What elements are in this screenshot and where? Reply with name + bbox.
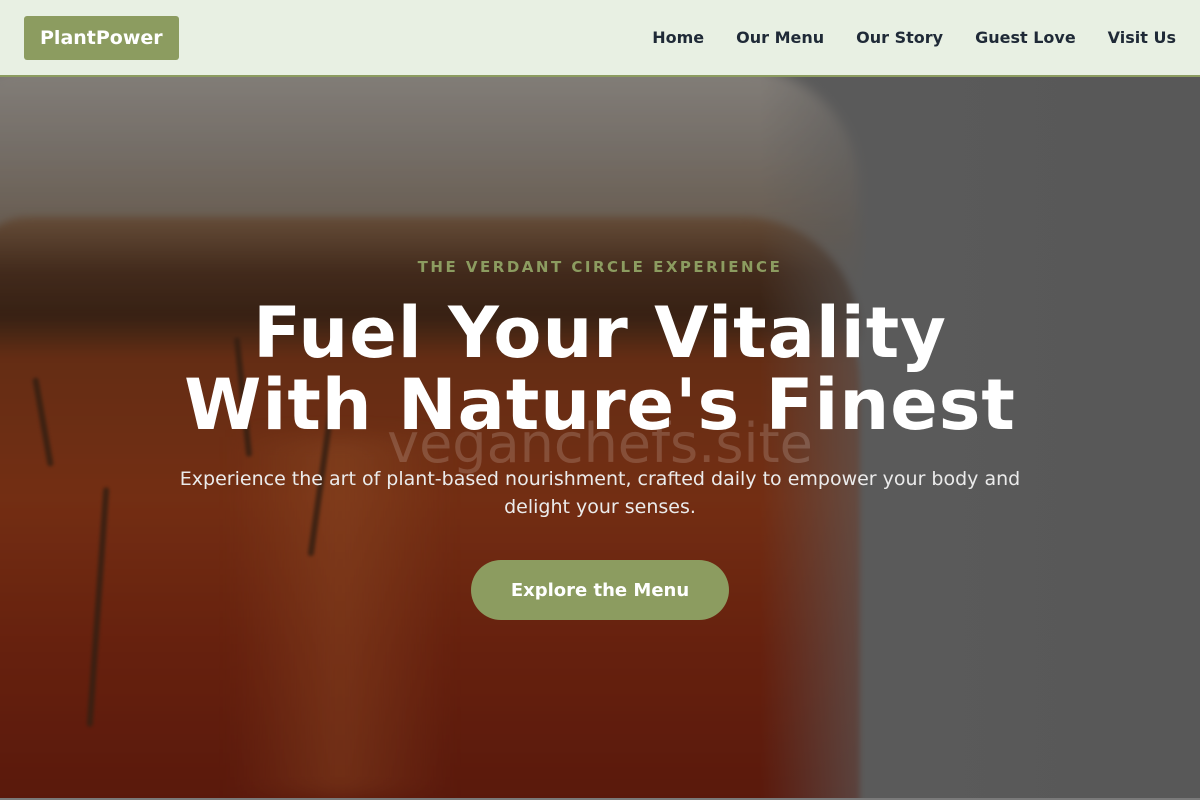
hero-subtitle: Experience the art of plant-based nouris… [179,468,1021,518]
nav-link-home[interactable]: Home [652,28,704,47]
top-navbar: PlantPower Home Our Menu Our Story Guest… [0,0,1200,77]
hero-section: veganchefs.site THE VERDANT CIRCLE EXPER… [0,77,1200,798]
hero-headline-line-1: Fuel Your Vitality [253,292,947,374]
main-nav: Home Our Menu Our Story Guest Love Visit… [652,28,1176,47]
hero-headline: Fuel Your Vitality With Nature's Finest [100,297,1100,441]
hero-headline-line-2: With Nature's Finest [184,364,1016,446]
nav-link-guest-love[interactable]: Guest Love [975,28,1076,47]
nav-link-visit-us[interactable]: Visit Us [1108,28,1176,47]
nav-link-our-menu[interactable]: Our Menu [736,28,824,47]
brand-logo[interactable]: PlantPower [24,15,179,60]
nav-link-our-story[interactable]: Our Story [856,28,943,47]
hero-eyebrow: THE VERDANT CIRCLE EXPERIENCE [417,258,783,276]
explore-menu-button[interactable]: Explore the Menu [471,560,729,620]
hero-content: THE VERDANT CIRCLE EXPERIENCE Fuel Your … [0,77,1200,798]
